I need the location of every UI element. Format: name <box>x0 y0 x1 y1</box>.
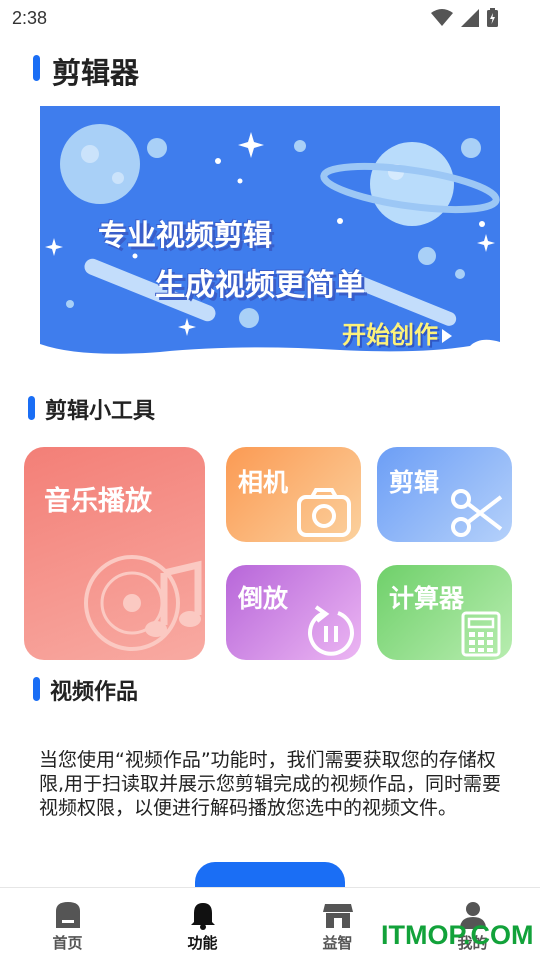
title-accent-bar <box>33 55 40 81</box>
nav-label: 功能 <box>187 934 218 952</box>
scissors-icon <box>451 489 503 537</box>
store-icon <box>322 904 353 928</box>
nav-label: 首页 <box>52 934 83 952</box>
create-banner[interactable]: 专业视频剪辑 生成视频更简单 开始创作 <box>40 106 500 358</box>
calculator-tool[interactable]: 计算器 <box>377 565 512 660</box>
works-accent-bar <box>33 677 40 701</box>
watermark-logo: ITMOP.COM <box>381 920 534 950</box>
music-disc-icon <box>84 555 202 651</box>
permission-notice: 当您使用“视频作品”功能时，我们需要获取您的存储权限,用于扫读取并展示您剪辑完成… <box>39 749 502 819</box>
tool-label: 音乐播放 <box>44 486 152 517</box>
tools-section-title: 剪辑小工具 <box>45 399 156 424</box>
tools-accent-bar <box>28 396 35 420</box>
status-time: 2:38 <box>12 8 48 28</box>
nav-item-features[interactable]: 功能 <box>135 888 270 961</box>
tool-label: 剪辑 <box>389 468 440 497</box>
battery-icon <box>487 8 498 27</box>
camera-icon <box>297 488 351 537</box>
bell-icon <box>190 903 215 930</box>
home-icon <box>55 902 80 928</box>
calculator-icon <box>461 611 501 657</box>
page-title: 剪辑器 <box>52 56 140 90</box>
tool-label: 相机 <box>238 468 289 497</box>
banner-cta-label: 开始创作 <box>342 321 438 349</box>
play-arrow-icon <box>442 329 452 343</box>
cell-signal-icon <box>461 8 479 27</box>
music-player-tool[interactable]: 音乐播放 <box>24 447 205 660</box>
camera-tool[interactable]: 相机 <box>226 447 361 542</box>
replay-icon <box>308 605 354 656</box>
tool-label: 倒放 <box>238 584 289 613</box>
banner-subheadline: 生成视频更简单 <box>155 268 365 303</box>
banner-headline: 专业视频剪辑 <box>98 218 273 252</box>
cut-tool[interactable]: 剪辑 <box>377 447 512 542</box>
reverse-play-tool[interactable]: 倒放 <box>226 565 361 660</box>
start-creating-button[interactable]: 开始创作 <box>342 315 452 350</box>
tool-label: 计算器 <box>389 584 465 613</box>
works-section-title: 视频作品 <box>50 680 139 705</box>
status-bar: 2:38 <box>0 0 540 36</box>
wifi-icon <box>431 8 453 26</box>
nav-item-home[interactable]: 首页 <box>0 888 135 961</box>
